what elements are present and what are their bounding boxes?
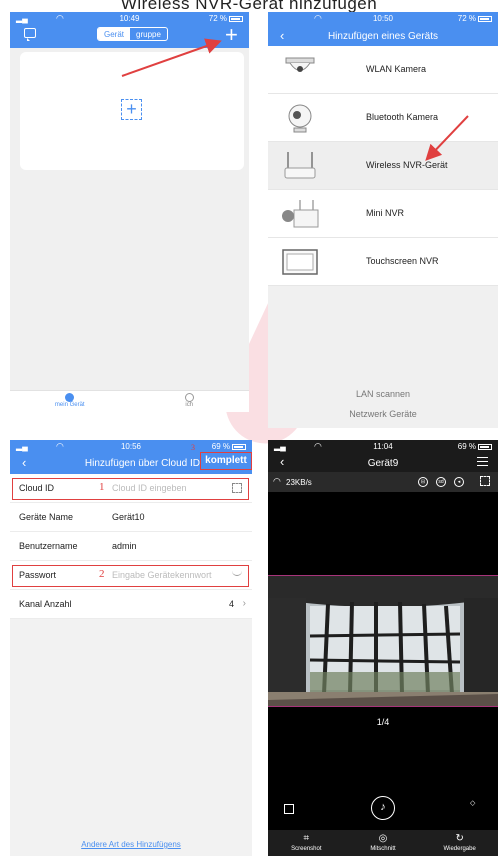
arrow-to-wireless-nvr <box>425 115 469 161</box>
annotation-arrows <box>121 38 469 161</box>
arrow-to-add-button <box>121 38 222 77</box>
page: Wireless NVR-Gerät hinzufügen ▂▄ ◠ 10:49… <box>0 0 498 856</box>
